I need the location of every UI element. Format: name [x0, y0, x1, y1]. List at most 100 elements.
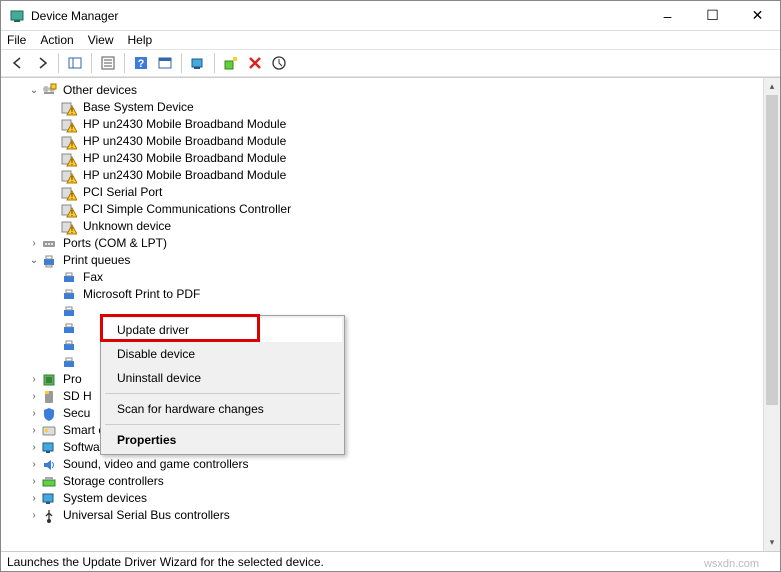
tree-node-ports[interactable]: › Ports (COM & LPT): [7, 235, 763, 252]
tree-label: Print queues: [61, 252, 132, 269]
tree-node-ms-pdf[interactable]: • Microsoft Print to PDF: [7, 286, 763, 303]
tree-label: Universal Serial Bus controllers: [61, 507, 232, 524]
maximize-button[interactable]: ☐: [690, 1, 735, 31]
svg-text:!: !: [71, 192, 73, 201]
titlebar: Device Manager – ☐ ✕: [1, 1, 780, 31]
sound-icon: [41, 457, 57, 473]
menu-action[interactable]: Action: [40, 33, 73, 47]
context-properties[interactable]: Properties: [103, 428, 342, 452]
usb-icon: [41, 508, 57, 524]
toolbar-separator: [214, 53, 215, 73]
system-icon: [41, 491, 57, 507]
close-button[interactable]: ✕: [735, 1, 780, 31]
watermark: wsxdn.com: [704, 558, 759, 570]
tree-node-other-devices[interactable]: ⌄ Other devices: [7, 82, 763, 99]
tree-label: System devices: [61, 490, 149, 507]
svg-text:!: !: [71, 158, 73, 167]
tree-label: Pro: [61, 371, 84, 388]
chevron-right-icon[interactable]: ›: [27, 456, 41, 473]
chevron-right-icon[interactable]: ›: [27, 371, 41, 388]
toolbar-button-2[interactable]: [154, 52, 176, 74]
printer-icon: [61, 355, 77, 371]
warning-device-icon: !: [61, 219, 77, 235]
show-hide-tree-button[interactable]: [64, 52, 86, 74]
chevron-right-icon[interactable]: ›: [27, 507, 41, 524]
warning-device-icon: !: [61, 117, 77, 133]
forward-button[interactable]: [31, 52, 53, 74]
tree-node-hp-bb-1[interactable]: • ! HP un2430 Mobile Broadband Module: [7, 116, 763, 133]
vertical-scrollbar[interactable]: ▴ ▾: [763, 78, 780, 551]
properties-button[interactable]: [97, 52, 119, 74]
warning-device-icon: !: [61, 151, 77, 167]
chevron-right-icon[interactable]: ›: [27, 473, 41, 490]
svg-text:!: !: [71, 226, 73, 235]
status-text: Launches the Update Driver Wizard for th…: [7, 555, 324, 569]
warning-device-icon: !: [61, 100, 77, 116]
context-menu: Update driver Disable device Uninstall d…: [100, 315, 345, 455]
scroll-thumb[interactable]: [766, 95, 778, 405]
context-scan-hardware[interactable]: Scan for hardware changes: [103, 397, 342, 421]
scroll-up-button[interactable]: ▴: [764, 78, 780, 95]
menu-view[interactable]: View: [88, 33, 114, 47]
svg-text:!: !: [71, 124, 73, 133]
menu-help[interactable]: Help: [128, 33, 153, 47]
statusbar: Launches the Update Driver Wizard for th…: [1, 551, 780, 571]
tree-node-print-queues[interactable]: ⌄ Print queues: [7, 252, 763, 269]
chevron-right-icon[interactable]: ›: [27, 235, 41, 252]
scroll-down-button[interactable]: ▾: [764, 534, 780, 551]
back-button[interactable]: [7, 52, 29, 74]
toolbar-separator: [124, 53, 125, 73]
chevron-right-icon[interactable]: ›: [27, 439, 41, 456]
tree-label: Secu: [61, 405, 92, 422]
context-update-driver[interactable]: Update driver: [103, 318, 342, 342]
tree-node-unknown[interactable]: • ! Unknown device: [7, 218, 763, 235]
tree-node-hp-bb-2[interactable]: • ! HP un2430 Mobile Broadband Module: [7, 133, 763, 150]
tree-node-usb[interactable]: › Universal Serial Bus controllers: [7, 507, 763, 524]
menu-file[interactable]: File: [7, 33, 26, 47]
help-button[interactable]: ?: [130, 52, 152, 74]
toolbar-separator: [58, 53, 59, 73]
tree-label: Ports (COM & LPT): [61, 235, 169, 252]
tree-node-base-system[interactable]: • ! Base System Device: [7, 99, 763, 116]
add-hardware-button[interactable]: [220, 52, 242, 74]
tree-node-system[interactable]: › System devices: [7, 490, 763, 507]
warning-device-icon: !: [61, 134, 77, 150]
content-area: ⌄ Other devices • ! Base System Device •…: [1, 77, 780, 551]
chevron-right-icon[interactable]: ›: [27, 388, 41, 405]
smart-card-icon: [41, 423, 57, 439]
minimize-button[interactable]: –: [645, 1, 690, 31]
tree-label: Unknown device: [81, 218, 173, 235]
tree-label: HP un2430 Mobile Broadband Module: [81, 116, 288, 133]
update-driver-button[interactable]: [268, 52, 290, 74]
tree-node-hp-bb-3[interactable]: • ! HP un2430 Mobile Broadband Module: [7, 150, 763, 167]
context-disable-device[interactable]: Disable device: [103, 342, 342, 366]
chevron-down-icon[interactable]: ⌄: [27, 252, 41, 269]
tree-node-pci-serial[interactable]: • ! PCI Serial Port: [7, 184, 763, 201]
chevron-down-icon[interactable]: ⌄: [27, 82, 41, 99]
other-devices-icon: [41, 83, 57, 99]
device-tree[interactable]: ⌄ Other devices • ! Base System Device •…: [1, 78, 763, 551]
chevron-right-icon[interactable]: ›: [27, 422, 41, 439]
tree-node-sound[interactable]: › Sound, video and game controllers: [7, 456, 763, 473]
scroll-track[interactable]: [764, 95, 780, 534]
warning-device-icon: !: [61, 168, 77, 184]
tree-node-hp-bb-4[interactable]: • ! HP un2430 Mobile Broadband Module: [7, 167, 763, 184]
context-separator: [105, 393, 340, 394]
tree-node-pci-comm[interactable]: • ! PCI Simple Communications Controller: [7, 201, 763, 218]
printer-icon: [61, 338, 77, 354]
chevron-right-icon[interactable]: ›: [27, 490, 41, 507]
tree-node-storage[interactable]: › Storage controllers: [7, 473, 763, 490]
chevron-right-icon[interactable]: ›: [27, 405, 41, 422]
tree-label: SD H: [61, 388, 94, 405]
tree-node-fax[interactable]: • Fax: [7, 269, 763, 286]
tree-label: PCI Serial Port: [81, 184, 164, 201]
sd-icon: [41, 389, 57, 405]
svg-text:!: !: [71, 141, 73, 150]
security-icon: [41, 406, 57, 422]
window-controls: – ☐ ✕: [645, 1, 780, 31]
scan-hardware-button[interactable]: [187, 52, 209, 74]
toolbar-separator: [181, 53, 182, 73]
context-uninstall-device[interactable]: Uninstall device: [103, 366, 342, 390]
uninstall-button[interactable]: [244, 52, 266, 74]
tree-label: Other devices: [61, 82, 139, 99]
